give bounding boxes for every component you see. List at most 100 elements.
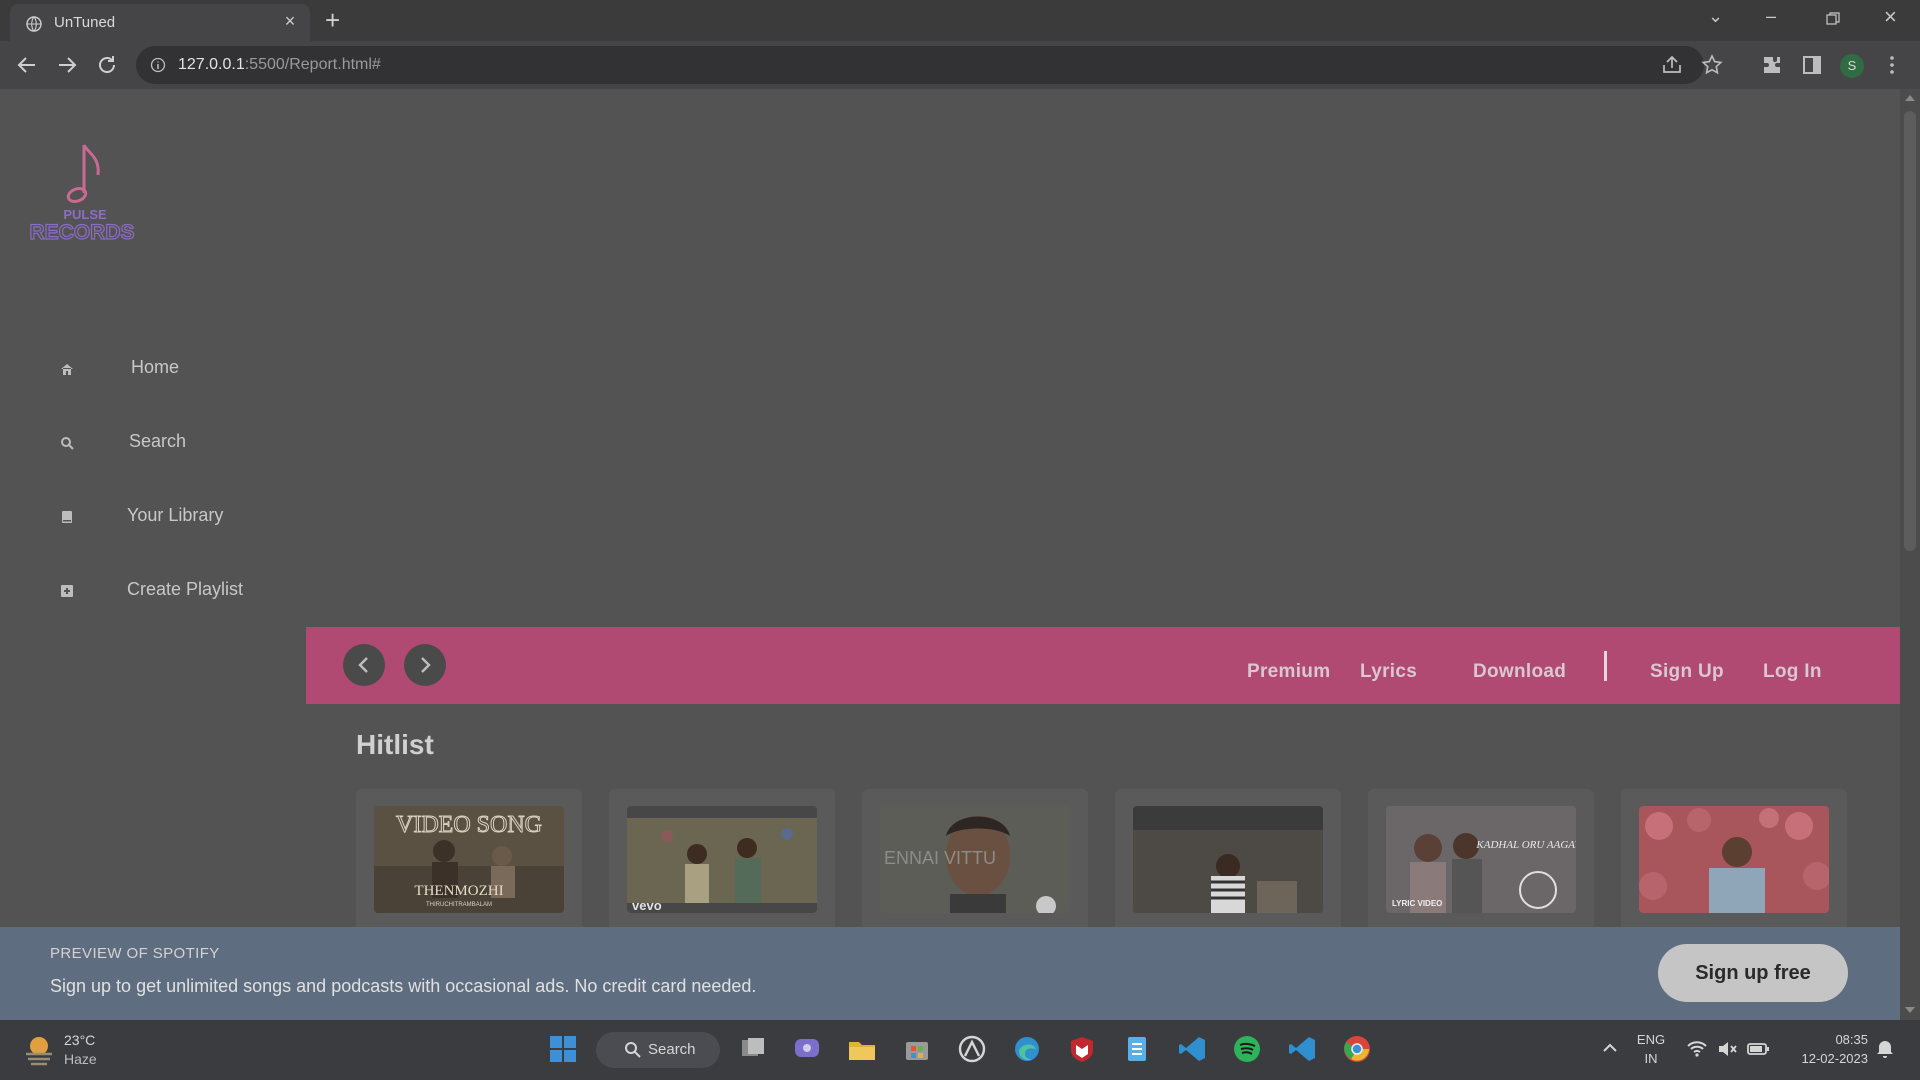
weather-temp: 23°C — [64, 1032, 96, 1048]
svg-text:LYRIC VIDEO: LYRIC VIDEO — [1392, 899, 1442, 908]
svg-text:THENMOZHI: THENMOZHI — [414, 883, 503, 899]
language-region[interactable]: IN — [1634, 1051, 1668, 1066]
url-text: 127.0.0.1:5500/Report.html# — [178, 56, 381, 73]
song-card[interactable]: VIDEO SONG THENMOZHI THIRUCHITRAMBALAM — [356, 789, 582, 949]
page-viewport: PULSE RECORDS Home Search Your Library C… — [0, 89, 1900, 1020]
svg-text:RECORDS: RECORDS — [29, 221, 134, 244]
globe-icon — [26, 16, 42, 32]
plus-square-icon — [61, 585, 73, 597]
home-icon — [61, 364, 73, 375]
address-bar[interactable]: 127.0.0.1:5500/Report.html# — [136, 46, 1723, 84]
chevron-up-icon[interactable] — [1598, 1036, 1622, 1060]
back-button[interactable] — [343, 644, 385, 686]
sidebar-item-search[interactable]: Search — [60, 428, 280, 458]
song-thumbnail — [1639, 806, 1829, 913]
edge-browser-icon[interactable] — [1012, 1034, 1042, 1064]
nav-divider — [1604, 651, 1607, 681]
scroll-thumb[interactable] — [1904, 111, 1916, 551]
chevron-right-icon — [421, 657, 431, 673]
forward-icon[interactable] — [53, 51, 81, 79]
browser-toolbar: 127.0.0.1:5500/Report.html# S — [0, 41, 1920, 89]
weather-condition: Haze — [64, 1051, 97, 1067]
pulse-records-logo[interactable]: PULSE RECORDS — [20, 135, 150, 245]
vscode-icon[interactable] — [1177, 1034, 1207, 1064]
song-card[interactable]: vevo — [609, 789, 835, 949]
clock-time[interactable]: 08:35 — [1788, 1032, 1868, 1047]
song-card[interactable]: KADHAL ORU AAGAYAM LYRIC VIDEO — [1368, 789, 1594, 949]
file-explorer-icon[interactable] — [847, 1034, 877, 1064]
close-window-button[interactable]: × — [1884, 4, 1897, 30]
windows-taskbar: 23°C Haze Search ENG IN 08:35 12-02-2023 — [0, 1020, 1920, 1080]
section-title: Hitlist — [356, 729, 434, 760]
browser-menu-icon[interactable] — [1880, 53, 1904, 77]
chrome-icon[interactable] — [1342, 1034, 1372, 1064]
microsoft-store-icon[interactable] — [902, 1034, 932, 1064]
nav-link-download[interactable]: Download — [1473, 661, 1566, 683]
forward-button[interactable] — [404, 644, 446, 686]
clock-date[interactable]: 12-02-2023 — [1788, 1051, 1869, 1066]
language-code[interactable]: ENG — [1634, 1032, 1668, 1047]
restore-button[interactable] — [1826, 12, 1840, 26]
taskbar-search[interactable]: Search — [596, 1032, 720, 1068]
notifications-icon[interactable] — [1874, 1038, 1896, 1060]
side-panel-icon[interactable] — [1800, 53, 1824, 77]
search-icon — [61, 437, 74, 450]
site-info-icon[interactable] — [150, 57, 166, 73]
tab-title: UnTuned — [54, 14, 116, 31]
new-tab-button[interactable]: + — [325, 6, 340, 34]
browser-tab[interactable]: UnTuned × — [10, 4, 310, 41]
sidebar-item-home[interactable]: Home — [60, 354, 280, 384]
haze-weather-icon — [26, 1037, 52, 1066]
scroll-up-arrow[interactable] — [1905, 95, 1915, 101]
sidebar-item-label: Create Playlist — [127, 579, 244, 599]
minimize-button[interactable]: – — [1766, 6, 1776, 27]
app-circle-icon[interactable] — [957, 1034, 987, 1064]
sign-up-free-button[interactable]: Sign up free — [1658, 944, 1848, 1002]
sidebar-item-library[interactable]: Your Library — [60, 502, 280, 532]
sidebar-item-create-playlist[interactable]: Create Playlist — [60, 576, 280, 606]
book-icon — [62, 511, 72, 523]
sidebar-item-label: Home — [131, 357, 180, 377]
chevron-left-icon — [358, 657, 368, 673]
battery-icon[interactable] — [1746, 1038, 1770, 1060]
song-card[interactable] — [1621, 789, 1847, 949]
browser-tabstrip: UnTuned × + ⌄ – × — [0, 0, 1920, 41]
notepad-icon[interactable] — [1122, 1034, 1152, 1064]
svg-text:PULSE: PULSE — [63, 207, 107, 222]
sidebar-item-label: Search — [129, 431, 187, 451]
task-view-icon[interactable] — [738, 1034, 768, 1064]
svg-text:vevo: vevo — [632, 898, 662, 913]
page-scrollbar[interactable] — [1900, 89, 1920, 1020]
svg-text:THIRUCHITRAMBALAM: THIRUCHITRAMBALAM — [426, 902, 492, 908]
nav-link-sign-up[interactable]: Sign Up — [1650, 661, 1724, 683]
nav-link-log-in[interactable]: Log In — [1763, 661, 1822, 683]
taskbar-search-label: Search — [648, 1041, 696, 1058]
extensions-icon[interactable] — [1760, 53, 1784, 77]
song-thumbnail — [1133, 806, 1323, 913]
song-thumbnail: VIDEO SONG THENMOZHI THIRUCHITRAMBALAM — [374, 806, 564, 913]
tab-search-chevron-icon[interactable]: ⌄ — [1708, 6, 1723, 27]
nav-link-premium[interactable]: Premium — [1247, 661, 1330, 683]
song-card[interactable] — [1115, 789, 1341, 949]
share-icon[interactable] — [1660, 53, 1684, 77]
scroll-down-arrow[interactable] — [1905, 1007, 1915, 1013]
svg-text:KADHAL ORU AAGAYAM: KADHAL ORU AAGAYAM — [1475, 839, 1576, 851]
close-tab-icon[interactable]: × — [281, 12, 299, 30]
profile-avatar[interactable]: S — [1840, 54, 1864, 78]
nav-link-lyrics[interactable]: Lyrics — [1360, 661, 1417, 683]
bookmark-star-icon[interactable] — [1700, 53, 1724, 77]
back-icon[interactable] — [13, 51, 41, 79]
windows-start-icon[interactable] — [548, 1034, 578, 1064]
song-card[interactable]: ENNAI VITTU — [862, 789, 1088, 949]
reload-icon[interactable] — [93, 51, 121, 79]
song-thumbnail: vevo — [627, 806, 817, 913]
song-thumbnail: KADHAL ORU AAGAYAM LYRIC VIDEO — [1386, 806, 1576, 913]
spotify-icon[interactable] — [1232, 1034, 1262, 1064]
teams-chat-icon[interactable] — [792, 1034, 822, 1064]
volume-muted-icon[interactable] — [1716, 1038, 1738, 1060]
wifi-icon[interactable] — [1686, 1038, 1708, 1060]
svg-text:ENNAI VITTU: ENNAI VITTU — [884, 848, 996, 868]
vscode-2-icon[interactable] — [1287, 1034, 1317, 1064]
mcafee-icon[interactable] — [1067, 1034, 1097, 1064]
banner-message: Sign up to get unlimited songs and podca… — [50, 976, 757, 996]
